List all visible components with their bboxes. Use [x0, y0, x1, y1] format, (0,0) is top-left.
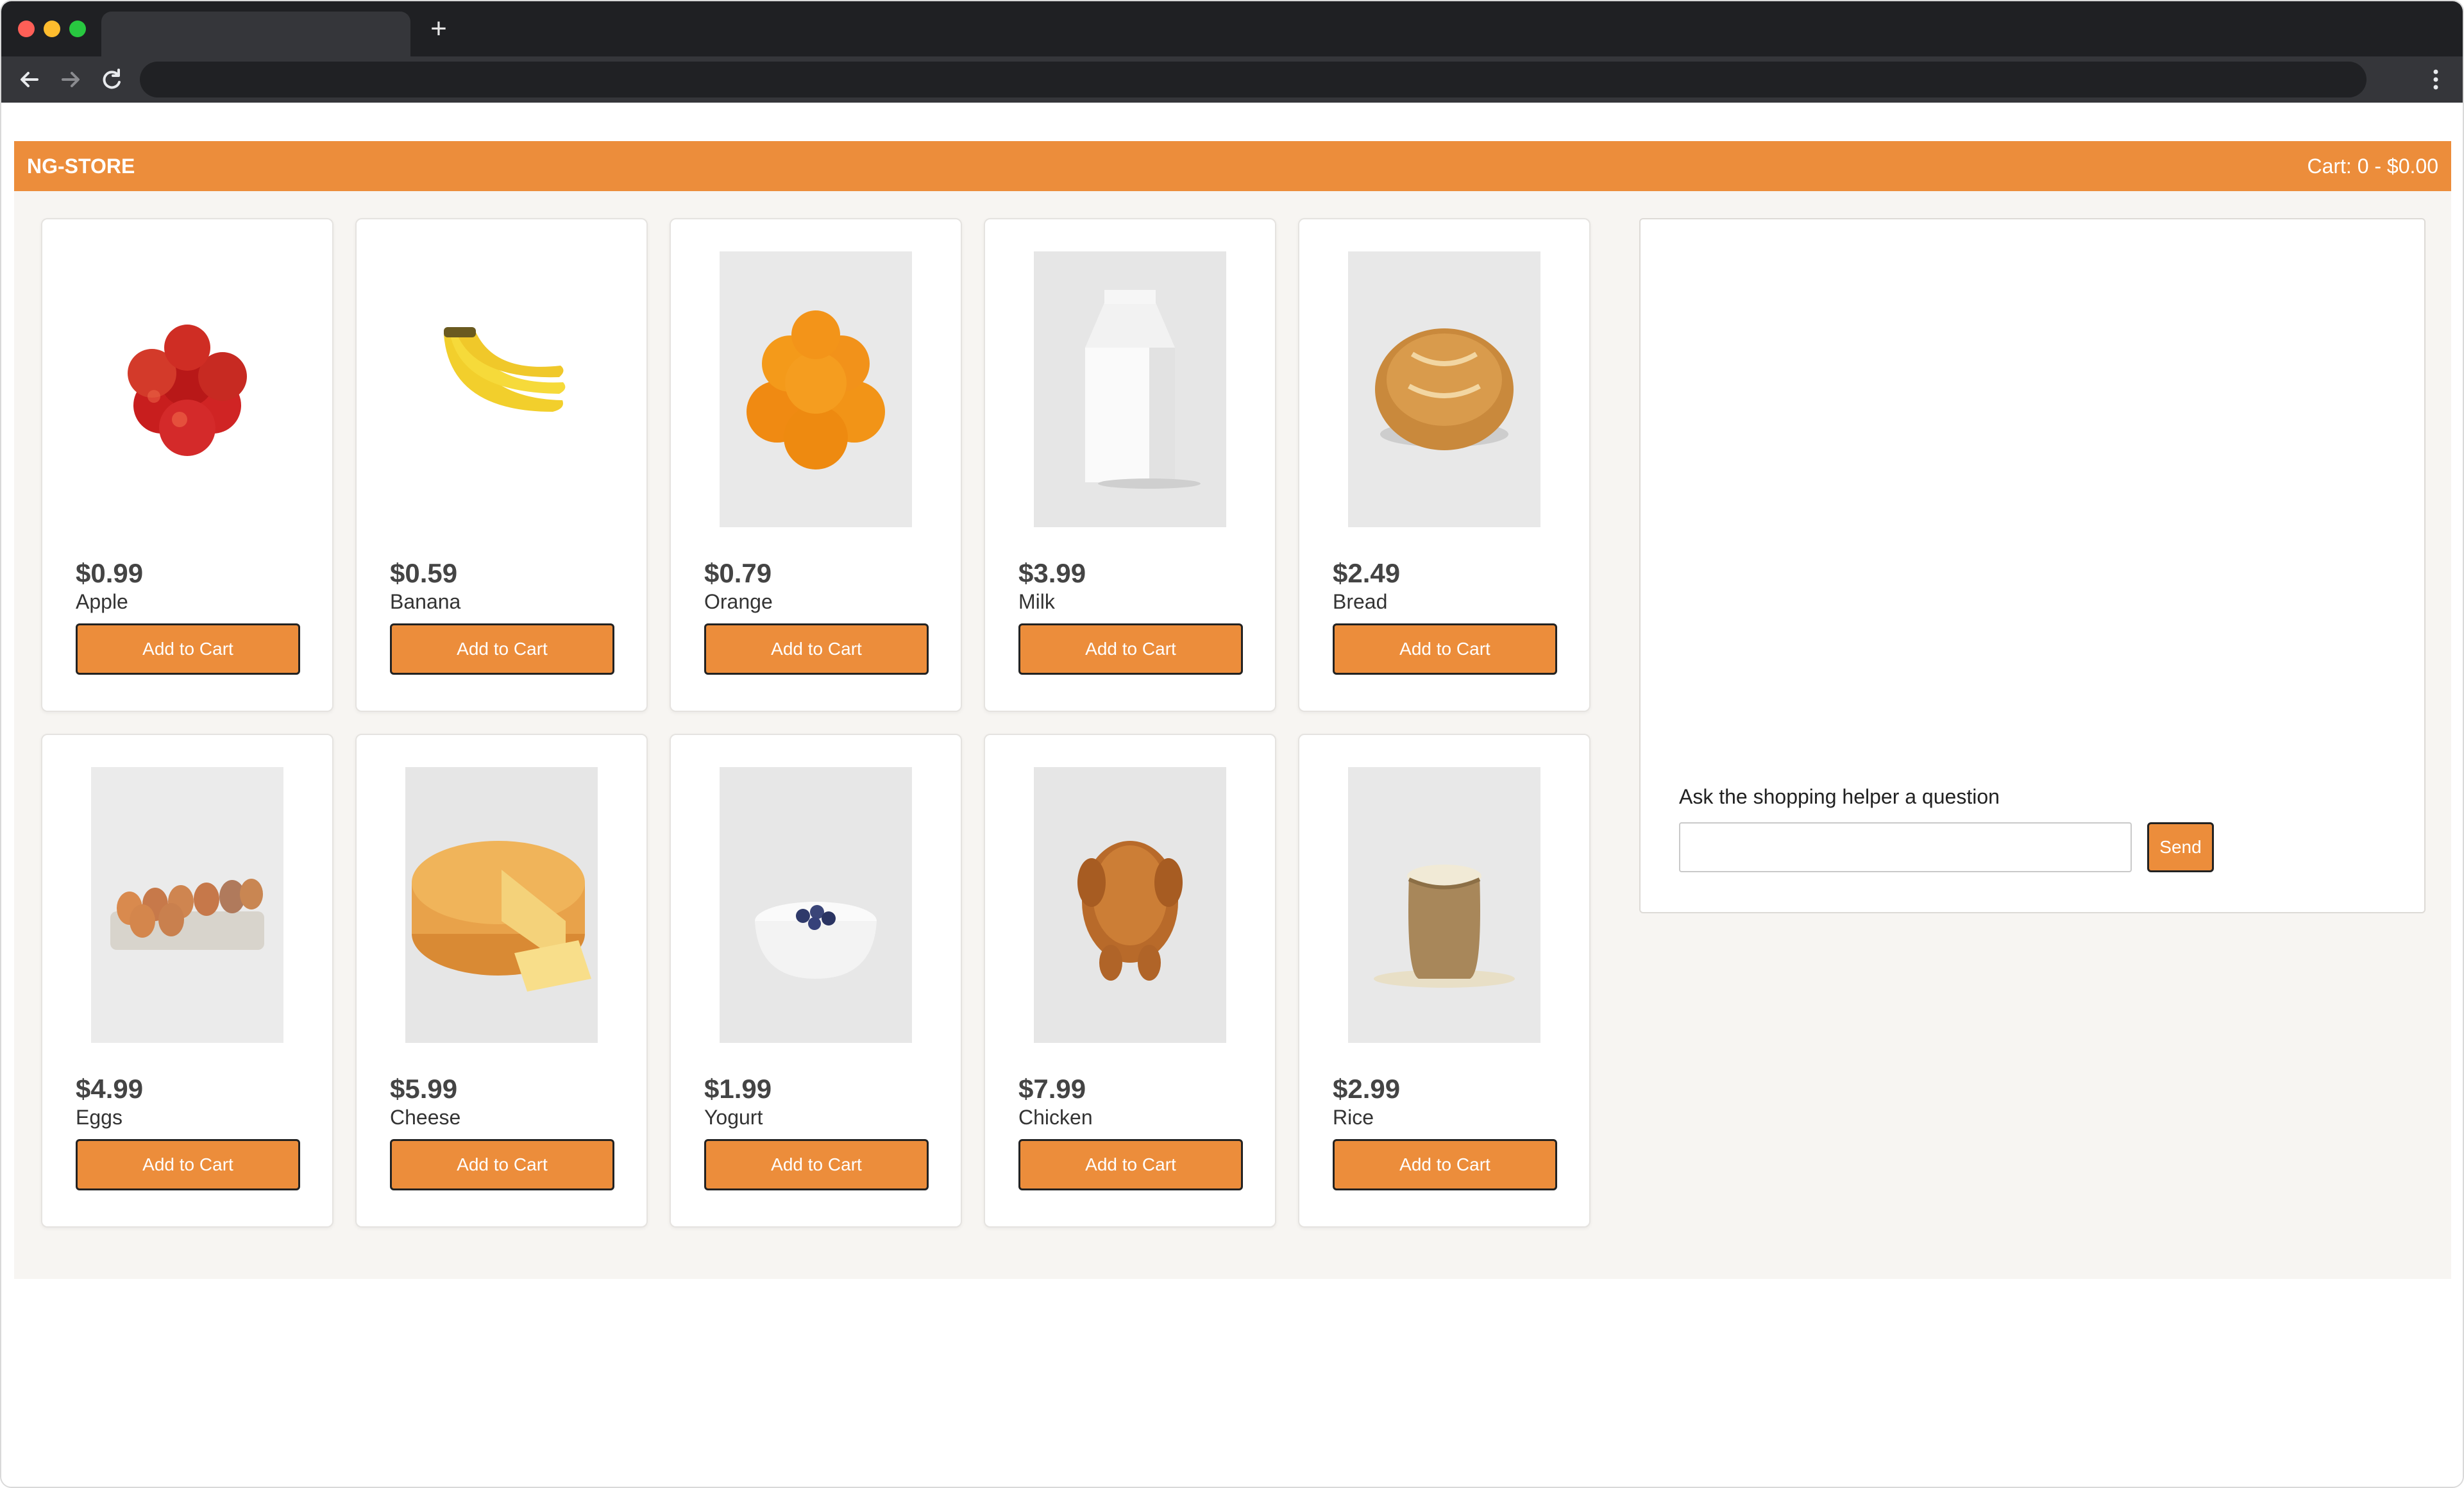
product-card: $5.99 Cheese Add to Cart [355, 734, 648, 1228]
add-to-cart-button[interactable]: Add to Cart [1018, 623, 1243, 675]
product-name: Apple [76, 590, 128, 613]
apple-image [91, 251, 283, 527]
banana-image [405, 251, 598, 527]
product-price: $0.59 [390, 558, 458, 588]
minimize-window-button[interactable] [44, 21, 60, 37]
product-price: $1.99 [704, 1074, 772, 1104]
orange-image [720, 251, 912, 527]
add-to-cart-button[interactable]: Add to Cart [1333, 623, 1557, 675]
add-to-cart-button[interactable]: Add to Cart [76, 1139, 300, 1190]
product-card: $7.99 Chicken Add to Cart [984, 734, 1276, 1228]
product-price: $4.99 [76, 1074, 144, 1104]
page: NG-STORE Cart: 0 - $0.00 $0.99 Apple Add… [1, 103, 2463, 1487]
close-window-button[interactable] [18, 21, 35, 37]
reload-icon[interactable] [96, 64, 127, 95]
product-name: Cheese [390, 1106, 461, 1129]
add-to-cart-button[interactable]: Add to Cart [704, 623, 929, 675]
back-arrow-icon[interactable] [14, 64, 45, 95]
product-card: $0.59 Banana Add to Cart [355, 218, 648, 712]
product-price: $2.99 [1333, 1074, 1401, 1104]
product-card: $3.99 Milk Add to Cart [984, 218, 1276, 712]
bread-image [1348, 251, 1540, 527]
tab-strip: + [1, 1, 2463, 56]
store-brand[interactable]: NG-STORE [27, 141, 135, 191]
add-to-cart-button[interactable]: Add to Cart [1018, 1139, 1243, 1190]
product-name: Orange [704, 590, 773, 613]
add-to-cart-button[interactable]: Add to Cart [390, 623, 614, 675]
product-name: Bread [1333, 590, 1388, 613]
maximize-window-button[interactable] [69, 21, 86, 37]
product-name: Milk [1018, 590, 1055, 613]
store-header: NG-STORE Cart: 0 - $0.00 [14, 141, 2451, 191]
product-price: $2.49 [1333, 558, 1401, 588]
product-price: $5.99 [390, 1074, 458, 1104]
send-button[interactable]: Send [2147, 822, 2214, 872]
product-card: $0.79 Orange Add to Cart [670, 218, 962, 712]
new-tab-button[interactable]: + [426, 13, 451, 45]
add-to-cart-button[interactable]: Add to Cart [76, 623, 300, 675]
yogurt-image [720, 767, 912, 1043]
add-to-cart-button[interactable]: Add to Cart [704, 1139, 929, 1190]
cheese-image [405, 767, 598, 1043]
main-content: $0.99 Apple Add to Cart $0.59 Banana Add… [14, 191, 2451, 1279]
product-price: $3.99 [1018, 558, 1086, 588]
product-card: $2.49 Bread Add to Cart [1298, 218, 1591, 712]
product-card: $2.99 Rice Add to Cart [1298, 734, 1591, 1228]
product-price: $0.99 [76, 558, 144, 588]
product-card: $1.99 Yogurt Add to Cart [670, 734, 962, 1228]
product-price: $7.99 [1018, 1074, 1086, 1104]
helper-question-input[interactable] [1679, 822, 2132, 872]
product-name: Chicken [1018, 1106, 1093, 1129]
product-card: $4.99 Eggs Add to Cart [41, 734, 333, 1228]
shopping-helper-panel: Ask the shopping helper a question Send [1639, 218, 2426, 913]
address-bar[interactable] [140, 62, 2367, 97]
product-name: Yogurt [704, 1106, 763, 1129]
browser-toolbar [1, 56, 2463, 103]
product-name: Eggs [76, 1106, 122, 1129]
product-card: $0.99 Apple Add to Cart [41, 218, 333, 712]
forward-arrow-icon[interactable] [55, 64, 86, 95]
product-name: Rice [1333, 1106, 1374, 1129]
chicken-image [1034, 767, 1226, 1043]
helper-label: Ask the shopping helper a question [1679, 785, 2000, 808]
product-price: $0.79 [704, 558, 772, 588]
add-to-cart-button[interactable]: Add to Cart [390, 1139, 614, 1190]
add-to-cart-button[interactable]: Add to Cart [1333, 1139, 1557, 1190]
rice-image [1348, 767, 1540, 1043]
browser-tab[interactable] [101, 12, 410, 56]
product-name: Banana [390, 590, 461, 613]
eggs-image [91, 767, 283, 1043]
more-vert-icon[interactable] [2420, 64, 2451, 95]
cart-summary[interactable]: Cart: 0 - $0.00 [2307, 141, 2438, 191]
milk-image [1034, 251, 1226, 527]
product-grid: $0.99 Apple Add to Cart $0.59 Banana Add… [14, 191, 1617, 1279]
browser-window: + NG-STORE Cart: 0 - $0.00 $0.99 Apple A… [0, 0, 2464, 1488]
